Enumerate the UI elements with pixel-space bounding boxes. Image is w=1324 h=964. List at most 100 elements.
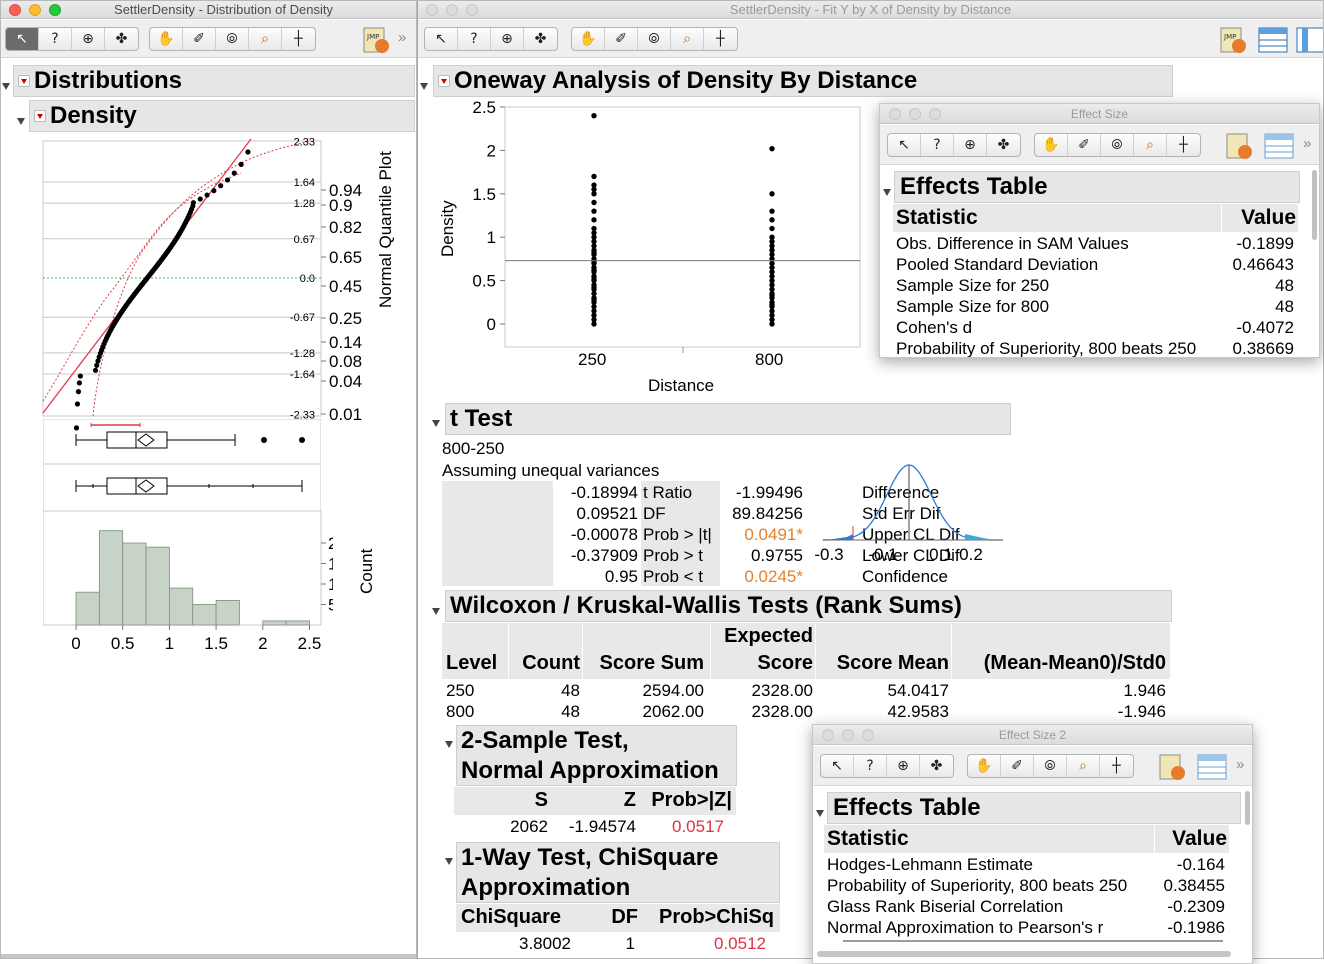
jmp-home-icon[interactable] (1224, 131, 1254, 161)
two-sample-disclosure-icon[interactable] (445, 735, 453, 753)
lasso-tool-icon[interactable]: ⦾ (1034, 755, 1067, 777)
chisq-p-value: 0.0512 (714, 934, 766, 953)
wilcoxon-row-level: 800 (446, 702, 475, 721)
chisq-col-df: DF (611, 906, 638, 928)
brush-tool-icon[interactable]: ✐ (1001, 755, 1034, 777)
box-plots (43, 419, 321, 511)
effects-table-2-disclosure-icon[interactable] (816, 804, 824, 822)
x-axis-label: Distance (648, 376, 715, 395)
close-button[interactable] (9, 4, 21, 16)
oneway-menu-icon[interactable] (438, 75, 450, 87)
density-y-tick: 0 (487, 315, 496, 334)
density-x-tick: 1 (165, 634, 174, 653)
hand-tool-icon[interactable]: ✋ (968, 755, 1001, 777)
density-x-tick: 0 (71, 634, 80, 653)
wilcoxon-disclosure-icon[interactable] (432, 602, 440, 620)
toolbar-overflow-icon[interactable]: » (1236, 756, 1244, 773)
brush-tool-icon[interactable]: ✐ (183, 28, 216, 50)
two-sample-title-1: 2-Sample Test, (461, 726, 629, 754)
scale-tool-icon[interactable]: ┼ (704, 28, 737, 50)
help-tool-icon[interactable]: ? (921, 134, 954, 156)
help-tool-icon[interactable]: ? (458, 28, 491, 50)
effect-size-titlebar: Effect Size (880, 104, 1319, 124)
scale-tool-icon[interactable]: ┼ (282, 28, 315, 50)
quantile-p-tick: 0.65 (329, 248, 362, 267)
scale-tool-icon[interactable]: ┼ (1100, 755, 1133, 777)
oneway-disclosure-icon[interactable] (420, 77, 428, 95)
distributions-menu-icon[interactable] (18, 75, 30, 87)
data-table-icon[interactable] (1258, 25, 1288, 55)
layout-icon[interactable] (1296, 25, 1323, 55)
effect-size-2-scrollbar[interactable] (1245, 791, 1250, 825)
quantile-point (92, 367, 99, 373)
effects-row-value: -0.1899 (1236, 234, 1294, 253)
quantile-z-tick: 2.33 (294, 137, 315, 149)
quantile-point (245, 149, 251, 155)
chisq-header: 1-Way Test, ChiSquare Approximation (456, 842, 780, 903)
lasso-tool-icon[interactable]: ⦾ (1101, 134, 1134, 156)
toolbar-overflow-icon[interactable]: » (398, 29, 406, 46)
jmp-home-icon[interactable] (1157, 752, 1187, 782)
oneway-scatter-plot: 2.5 2 1.5 1 0.5 0 (472, 98, 861, 353)
quantile-z-tick: 1.28 (294, 198, 315, 210)
jmp-home-icon[interactable]: JMP (361, 25, 391, 55)
magnifier-tool-icon[interactable]: ⌕ (1067, 755, 1100, 777)
scale-tool-icon[interactable]: ┼ (1167, 134, 1200, 156)
data-table-icon[interactable] (1264, 131, 1294, 161)
jmp-home-icon[interactable]: JMP (1218, 25, 1248, 55)
effects-2-row-statistic: Normal Approximation to Pearson's r (827, 918, 1104, 937)
lasso-tool-icon[interactable]: ⦾ (638, 28, 671, 50)
chisq-disclosure-icon[interactable] (445, 852, 453, 870)
hand-tool-icon[interactable]: ✋ (1035, 134, 1068, 156)
magnifier-tool-icon[interactable]: ⌕ (671, 28, 704, 50)
help-tool-icon[interactable]: ? (39, 28, 72, 50)
effect-size-scrollbar[interactable] (1312, 170, 1317, 240)
crosshair-tool-icon[interactable]: ⊕ (72, 28, 105, 50)
crosshair-tool-icon[interactable]: ⊕ (887, 755, 920, 777)
distributions-disclosure-icon[interactable] (2, 77, 10, 95)
move-tool-icon[interactable]: ✤ (987, 134, 1020, 156)
crosshair-tool-icon[interactable]: ⊕ (954, 134, 987, 156)
crosshair-tool-icon[interactable]: ⊕ (491, 28, 524, 50)
magnifier-tool-icon[interactable]: ⌕ (1134, 134, 1167, 156)
hand-tool-icon[interactable]: ✋ (150, 28, 183, 50)
arrow-tool-icon[interactable]: ↖ (6, 28, 39, 50)
arrow-tool-icon[interactable]: ↖ (425, 28, 458, 50)
density-menu-icon[interactable] (34, 110, 46, 122)
left-window-title: SettlerDensity - Distribution of Density (114, 2, 333, 17)
lasso-tool-icon[interactable]: ⦾ (216, 28, 249, 50)
density-x-tick: 2 (258, 634, 267, 653)
two-sample-col-z: Z (623, 789, 636, 811)
two-sample-title-2: Normal Approximation (461, 756, 719, 784)
quantile-z-tick: 1.64 (294, 177, 315, 189)
effects-table-disclosure-icon[interactable] (883, 183, 891, 201)
wilcoxon-row-score-sum: 2062.00 (642, 702, 704, 721)
density-point-250 (591, 112, 597, 119)
magnifier-tool-icon[interactable]: ⌕ (249, 28, 282, 50)
wilcoxon-header: Wilcoxon / Kruskal-Wallis Tests (Rank Su… (445, 590, 1172, 622)
arrow-tool-icon[interactable]: ↖ (821, 755, 854, 777)
move-tool-icon[interactable]: ✤ (920, 755, 953, 777)
toolbar-overflow-icon[interactable]: » (1303, 135, 1311, 152)
effects-table-2-title: Effects Table (833, 794, 981, 821)
left-bottom-scrollbar[interactable] (1, 954, 416, 958)
arrow-tool-icon[interactable]: ↖ (888, 134, 921, 156)
help-tool-icon[interactable]: ? (854, 755, 887, 777)
density-disclosure-icon[interactable] (17, 112, 25, 130)
brush-tool-icon[interactable]: ✐ (605, 28, 638, 50)
move-tool-icon[interactable]: ✤ (524, 28, 557, 50)
wilcoxon-row-std0: 1.946 (1123, 681, 1166, 700)
hand-tool-icon[interactable]: ✋ (572, 28, 605, 50)
ttest-row-stat-value: -1.99496 (735, 483, 803, 502)
effect-size-2-h-scrollbar[interactable] (817, 951, 1231, 957)
brush-tool-icon[interactable]: ✐ (1068, 134, 1101, 156)
data-table-icon[interactable] (1197, 752, 1227, 782)
wilcoxon-col-score-sum: Score Sum (599, 652, 704, 674)
move-tool-icon[interactable]: ✤ (105, 28, 138, 50)
quantile-z-tick: 0.67 (294, 234, 315, 246)
right-window-title: SettlerDensity - Fit Y by X of Density b… (729, 2, 1012, 17)
ttest-disclosure-icon[interactable] (432, 414, 440, 432)
two-sample-s-value: 2062 (510, 817, 548, 836)
t-dist-tick: 0.1 (929, 545, 953, 564)
quantile-point (76, 380, 83, 386)
